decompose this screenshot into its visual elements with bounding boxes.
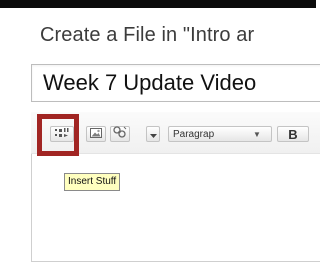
file-title-input[interactable]	[31, 64, 320, 102]
chevron-down-icon: ▼	[253, 129, 261, 139]
insert-link-button[interactable]	[110, 126, 130, 142]
link-icon	[113, 125, 127, 143]
chevron-down-icon	[149, 125, 157, 143]
insert-image-button[interactable]	[86, 126, 106, 142]
insert-stuff-highlight	[37, 114, 79, 156]
top-bar	[0, 0, 316, 8]
image-icon	[90, 125, 102, 143]
bold-button[interactable]: B	[277, 126, 309, 142]
link-options-dropdown[interactable]	[146, 126, 160, 142]
insert-stuff-tooltip: Insert Stuff	[64, 173, 121, 191]
paragraph-format-select[interactable]: Paragrap ▼	[168, 126, 272, 142]
dialog-title: Create a File in "Intro ar	[40, 24, 255, 46]
format-select-label: Paragrap	[173, 128, 215, 140]
bold-label: B	[288, 126, 298, 142]
